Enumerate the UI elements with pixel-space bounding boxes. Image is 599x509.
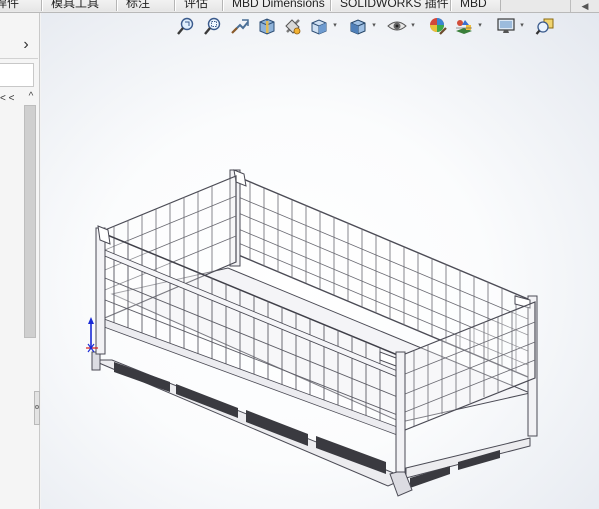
tab-scroll-left-button[interactable]: ◀ xyxy=(570,0,599,12)
base-dark-panel xyxy=(176,384,238,418)
tab-mbd[interactable]: MBD xyxy=(451,0,501,11)
expand-panel-button[interactable]: › xyxy=(18,36,34,54)
tab-solidworks-addins[interactable]: SOLIDWORKS 插件 xyxy=(331,0,451,11)
base-dark-panel xyxy=(114,362,170,392)
scroll-up-button[interactable]: ^ xyxy=(25,91,37,103)
command-manager-tabs: 焊件 模具工具 标注 评估 MBD Dimensions SOLIDWORKS … xyxy=(0,0,599,13)
feature-filter-input[interactable] xyxy=(0,63,34,87)
feature-tree-text: < < xyxy=(0,93,15,104)
tab-mold-tools[interactable]: 模具工具 xyxy=(42,0,117,11)
base-skid-right xyxy=(405,437,531,479)
tab-mbd-dimensions[interactable]: MBD Dimensions xyxy=(223,0,331,11)
panel-splitter-handle[interactable] xyxy=(34,391,40,425)
feature-manager-panel: › < < ^ xyxy=(0,13,40,509)
base-foot xyxy=(91,351,101,371)
panel-divider xyxy=(0,58,38,59)
solidworks-window: 焊件 模具工具 标注 评估 MBD Dimensions SOLIDWORKS … xyxy=(0,0,599,509)
tab-weldments[interactable]: 焊件 xyxy=(0,0,42,11)
tab-evaluate[interactable]: 评估 xyxy=(175,0,223,11)
tab-markup[interactable]: 标注 xyxy=(117,0,175,11)
corner-post xyxy=(95,227,106,355)
corner-post xyxy=(395,351,406,473)
panel-scrollbar[interactable] xyxy=(24,105,36,338)
wire-mesh-basket-model[interactable] xyxy=(41,13,599,509)
splitter-grip-icon xyxy=(35,405,39,409)
